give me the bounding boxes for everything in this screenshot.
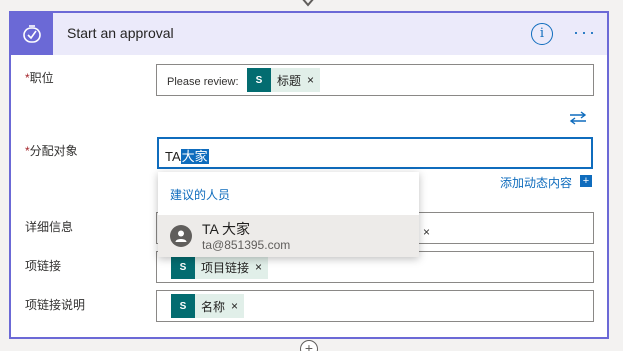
item-link-token: S 项目链接 ×: [171, 255, 269, 279]
info-icon[interactable]: i: [531, 23, 553, 45]
suggestion-name: TA 大家: [202, 221, 250, 237]
position-field[interactable]: Please review: S 标题 ×: [156, 64, 594, 96]
remove-token-button[interactable]: ×: [231, 299, 238, 313]
item-link-desc-label: 项链接说明: [25, 298, 86, 312]
assign-to-value: TA大家: [165, 146, 209, 165]
position-label-text: 职位: [29, 71, 54, 85]
suggested-people-header: 建议的人员: [170, 188, 231, 202]
add-step-button[interactable]: +: [300, 340, 318, 351]
position-prefix-text: Please review:: [167, 76, 239, 88]
approval-check-icon: [11, 13, 53, 55]
name-token: S 名称 ×: [171, 294, 245, 318]
item-link-label: 项链接: [25, 259, 62, 273]
item-link-desc-field[interactable]: S 名称 ×: [156, 290, 594, 322]
remove-token-button[interactable]: ×: [423, 225, 430, 239]
title-token: S 标题 ×: [247, 68, 321, 92]
remove-token-button[interactable]: ×: [255, 260, 262, 274]
sharepoint-icon: S: [171, 294, 195, 318]
sharepoint-icon: S: [171, 255, 195, 279]
sharepoint-icon: S: [247, 68, 271, 92]
selected-text: 大家: [180, 149, 209, 164]
remove-token-button[interactable]: ×: [307, 73, 314, 87]
person-avatar-icon: [170, 225, 192, 247]
action-title: Start an approval: [67, 25, 174, 41]
assign-to-label: *分配对象: [25, 142, 78, 159]
title-token-label: 标题: [277, 73, 302, 88]
card-header[interactable]: Start an approval i ···: [11, 13, 607, 55]
item-link-token-label: 项目链接: [201, 260, 250, 275]
swap-arrows-icon[interactable]: [569, 111, 587, 129]
people-suggestions-dropdown: 建议的人员 TA 大家 ta@851395.com: [158, 172, 419, 257]
more-options-icon[interactable]: ···: [573, 23, 601, 45]
assign-to-input[interactable]: TA大家: [157, 137, 593, 169]
connector-arrow-icon: [302, 0, 314, 7]
typed-text: TA: [165, 149, 181, 164]
suggestion-email: ta@851395.com: [202, 238, 291, 252]
assign-to-label-text: 分配对象: [29, 144, 78, 158]
position-label: *职位: [25, 69, 54, 86]
start-approval-card: Start an approval i ··· *职位 Please revie…: [9, 11, 609, 339]
suggestion-item[interactable]: TA 大家 ta@851395.com: [158, 215, 419, 257]
details-label: 详细信息: [25, 220, 74, 234]
add-dynamic-content-link[interactable]: 添加动态内容: [500, 174, 572, 191]
add-dynamic-content-icon[interactable]: +: [580, 175, 592, 187]
name-token-label: 名称: [201, 299, 226, 314]
